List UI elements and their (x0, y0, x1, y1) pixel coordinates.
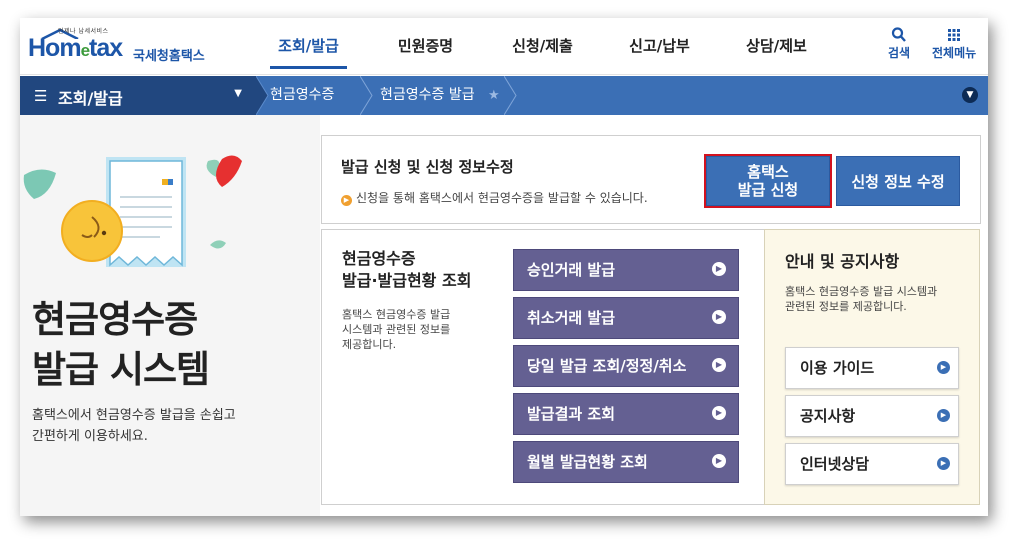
hero-section: 현금영수증 발급 시스템 홈택스에서 현금영수증 발급을 손쉽고 간편하게 이용… (20, 115, 320, 516)
hometax-issue-apply-button[interactable]: 홈택스 발급 신청 (706, 156, 830, 206)
grid-icon (948, 29, 961, 41)
menu-civil-certificate[interactable]: 민원증명 (367, 18, 484, 75)
edit-application-info-button[interactable]: 신청 정보 수정 (836, 156, 960, 206)
breadcrumb-separator-icon (504, 76, 517, 115)
expand-chevron-icon[interactable]: ▼ (962, 87, 978, 103)
apply-panel: 발급 신청 및 신청 정보수정 ▶ 신청을 통해 홈택스에서 현금영수증을 발급할… (321, 135, 981, 224)
arrow-right-icon: ▶ (937, 361, 950, 374)
arrow-right-icon: ▶ (712, 454, 726, 468)
issue-panel-description: 홈택스 현금영수증 발급 시스템과 관련된 정보를 제공합니다. (342, 308, 451, 351)
hero-title: 현금영수증 발급 시스템 (32, 298, 210, 391)
arrow-right-icon: ▶ (712, 310, 726, 324)
breadcrumb-item-cash-receipt-issue[interactable]: 현금영수증 발급 (380, 76, 475, 115)
issue-button-list: 승인거래 발급 ▶ 취소거래 발급 ▶ 당일 발급 조회/정정/취소 ▶ 발급결과 조… (513, 249, 739, 489)
logo-subtitle: 국세청홈택스 (133, 49, 205, 64)
breadcrumb-item-cash-receipt[interactable]: 현금영수증 (270, 76, 334, 115)
category-label: 조회/발급 (58, 89, 123, 108)
favorite-star-icon[interactable]: ★ (488, 76, 500, 115)
window: 언제나 납세서비스 Hometax 국세청홈택스 조회/발급 민원증명 신청/제… (20, 18, 988, 516)
notice-panel: 안내 및 공지사항 홈택스 현금영수증 발급 시스템과 관련된 정보를 제공합니… (764, 229, 980, 505)
breadcrumb-separator-icon (256, 76, 269, 115)
hometax-logo[interactable]: 언제나 납세서비스 Hometax 국세청홈택스 (28, 26, 218, 70)
same-day-issue-lookup-button[interactable]: 당일 발급 조회/정정/취소 ▶ (513, 345, 739, 387)
menu-lookup-issue[interactable]: 조회/발급 (250, 18, 367, 75)
all-menu-button[interactable]: 전체메뉴 (932, 26, 976, 61)
issue-panel: 현금영수증 발급·발급현황 조회 홈택스 현금영수증 발급 시스템과 관련된 정… (321, 229, 781, 505)
hero-description: 홈택스에서 현금영수증 발급을 손쉽고 간편하게 이용하세요. (32, 408, 236, 444)
breadcrumb-separator-icon (360, 76, 373, 115)
apply-panel-title: 발급 신청 및 신청 정보수정 (341, 158, 514, 176)
issue-panel-title: 현금영수증 발급·발급현황 조회 (342, 249, 472, 290)
arrow-right-icon: ▶ (712, 406, 726, 420)
receipt-illustration (23, 155, 242, 267)
cancel-transaction-issue-button[interactable]: 취소거래 발급 ▶ (513, 297, 739, 339)
breadcrumb-bar: ☰ 조회/발급 ▼ 현금영수증 현금영수증 발급 ★ ▼ (20, 76, 988, 115)
user-guide-button[interactable]: 이용 가이드 ▶ (785, 347, 959, 389)
internet-consultation-button[interactable]: 인터넷상담 ▶ (785, 443, 959, 485)
notice-button[interactable]: 공지사항 ▶ (785, 395, 959, 437)
notice-panel-description: 홈택스 현금영수증 발급 시스템과 관련된 정보를 제공합니다. (785, 285, 938, 313)
notice-panel-title: 안내 및 공지사항 (785, 252, 900, 271)
bullet-arrow-icon: ▶ (341, 195, 352, 206)
search-label: 검색 (888, 46, 911, 60)
arrow-right-icon: ▶ (937, 457, 950, 470)
arrow-right-icon: ▶ (937, 409, 950, 422)
menu-report-pay[interactable]: 신고/납부 (601, 18, 718, 75)
approved-transaction-issue-button[interactable]: 승인거래 발급 ▶ (513, 249, 739, 291)
all-menu-label: 전체메뉴 (932, 46, 977, 60)
logo-wordmark: Hometax (28, 34, 123, 62)
category-dropdown[interactable]: ☰ 조회/발급 ▼ (20, 76, 256, 115)
menu-apply-submit[interactable]: 신청/제출 (484, 18, 601, 75)
arrow-right-icon: ▶ (712, 262, 726, 276)
main-menu: 조회/발급 민원증명 신청/제출 신고/납부 상담/제보 (250, 18, 835, 75)
top-header: 언제나 납세서비스 Hometax 국세청홈택스 조회/발급 민원증명 신청/제… (20, 18, 988, 75)
hamburger-icon: ☰ (34, 87, 48, 105)
search-icon (891, 27, 906, 42)
issue-result-lookup-button[interactable]: 발급결과 조회 ▶ (513, 393, 739, 435)
caret-down-icon: ▼ (234, 88, 242, 99)
apply-panel-description: ▶ 신청을 통해 홈택스에서 현금영수증을 발급할 수 있습니다. (341, 189, 648, 206)
search-button[interactable]: 검색 (888, 26, 910, 61)
menu-consult-report[interactable]: 상담/제보 (718, 18, 835, 75)
arrow-right-icon: ▶ (712, 358, 726, 372)
monthly-issue-status-button[interactable]: 월별 발급현황 조회 ▶ (513, 441, 739, 483)
